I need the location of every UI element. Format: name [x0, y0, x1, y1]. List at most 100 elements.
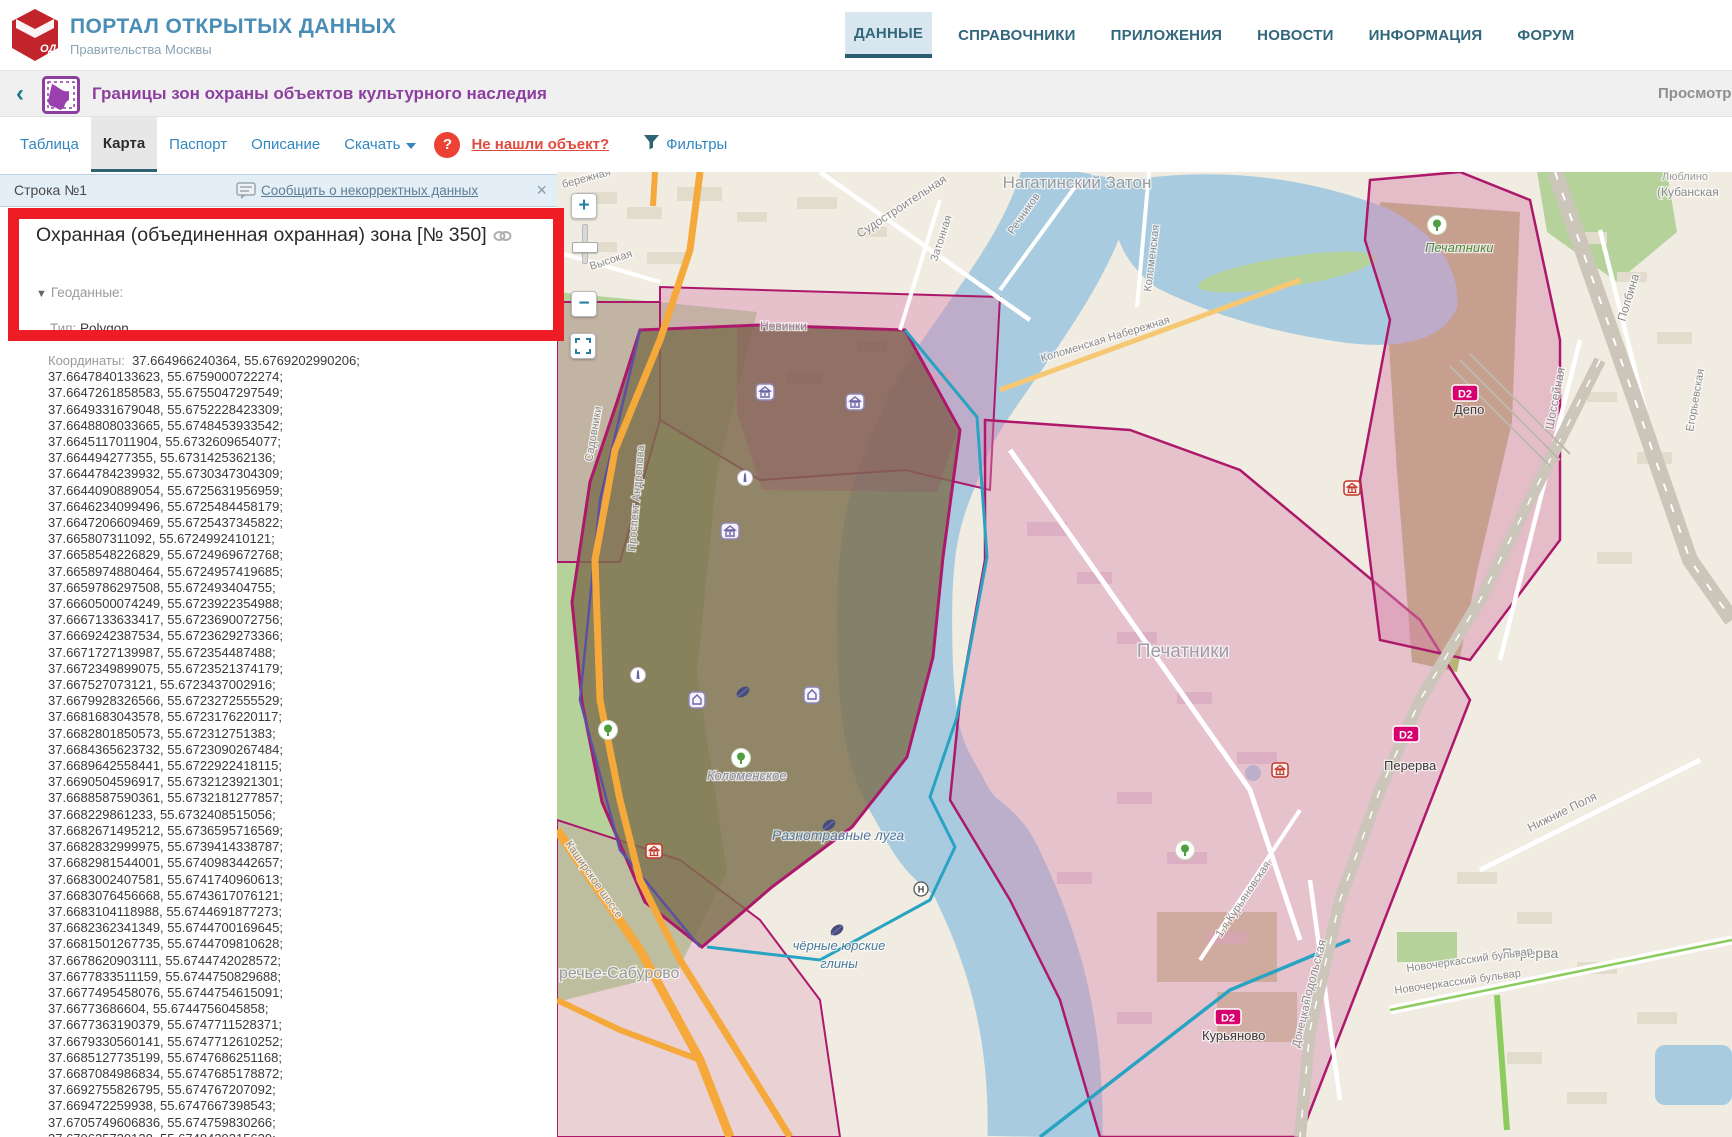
coordinate-line: 37.6682671495212, 55.6736595716569; [48, 823, 557, 839]
tab-описание[interactable]: Описание [239, 117, 332, 172]
map-svg: Н [557, 172, 1732, 1137]
coordinate-line: 37.6646234099496, 55.6725484458179; [48, 499, 557, 515]
row-title: Строка №1 [14, 182, 87, 198]
coordinate-line: 37.669472259938, 55.6747667398543; [48, 1098, 557, 1114]
zoom-out-button[interactable]: − [571, 291, 597, 317]
coordinate-line: 37.6669242387534, 55.6723629273366; [48, 628, 557, 644]
map-label: речье-Сабурово [559, 965, 680, 982]
d2-station-badge: D2 [1393, 726, 1419, 742]
map-label: Новинки [760, 319, 807, 333]
map-label: Депо [1454, 402, 1484, 417]
map-label: Нагатинский Затон [1003, 173, 1152, 192]
coordinate-line: 37.670625720128, 55.6748429315629; [48, 1131, 557, 1137]
coordinate-line: 37.6672349899075, 55.6723521374179; [48, 661, 557, 677]
coordinate-line: 37.6682981544001, 55.6740983442657; [48, 855, 557, 871]
chevron-down-icon [406, 143, 416, 149]
triangle-down-icon: ▼ [36, 288, 47, 300]
report-link[interactable]: Сообщить о некорректных данных [261, 183, 478, 198]
fullscreen-button[interactable] [570, 333, 596, 359]
close-icon[interactable]: × [536, 180, 547, 201]
back-button[interactable]: ‹ [16, 80, 24, 108]
tab-скачать[interactable]: Скачать [332, 117, 428, 172]
not-found-link[interactable]: Не нашли объект? [471, 136, 609, 153]
d2-station-badge: D2 [1215, 1009, 1241, 1025]
coordinate-line: 37.6687084986834, 55.6747685178872; [48, 1066, 557, 1082]
logo-title: ПОРТАЛ ОТКРЫТЫХ ДАННЫХ [70, 15, 396, 39]
coordinate-line: 37.6689642558441, 55.6722922418115; [48, 758, 557, 774]
coordinate-line: 37.6679928326566, 55.6723272555529; [48, 693, 557, 709]
page: ОД ПОРТАЛ ОТКРЫТЫХ ДАННЫХ Правительства … [0, 0, 1732, 1137]
dataset-icon [42, 76, 80, 119]
help-icon[interactable]: ? [434, 132, 460, 158]
coordinate-line: 37.66773686604, 55.6744756045858; [48, 1001, 557, 1017]
zoom-in-button[interactable]: + [571, 193, 597, 219]
geometry-type: Тип: Polygon [50, 321, 129, 336]
filters-link[interactable]: Фильтры [666, 136, 727, 153]
coordinate-line: 37.6647206609469, 55.6725437345822; [48, 515, 557, 531]
coordinate-line: 37.6677833511159, 55.6744750829688; [48, 969, 557, 985]
map-label: Перерва [1384, 758, 1437, 773]
coordinate-line: 37.6648808033665, 55.6748453933542; [48, 418, 557, 434]
coordinate-line: 37.6682801850573, 55.672312751383; [48, 726, 557, 742]
coordinate-line: 37.6683104118988, 55.6744691877273; [48, 904, 557, 920]
filter-icon[interactable] [643, 134, 660, 155]
coordinate-line: 37.6678620903111, 55.6744742028572; [48, 953, 557, 969]
tree-icon [1176, 841, 1195, 860]
fullscreen-icon [575, 338, 591, 354]
breadcrumb-bar: ‹ Границы зон охраны объектов культурног… [0, 70, 1732, 117]
coordinate-line: 37.6645117011904, 55.6732609654077; [48, 434, 557, 450]
type-value: Polygon [80, 321, 129, 336]
geodata-toggle[interactable]: ▼Геоданные: [36, 285, 123, 300]
type-label: Тип: [50, 321, 76, 336]
main-nav: ДАННЫЕ СПРАВОЧНИКИ ПРИЛОЖЕНИЯ НОВОСТИ ИНФОРМ… [845, 12, 1583, 58]
coordinate-line: 37.6705749606836, 55.674759830266; [48, 1115, 557, 1131]
coordinates-list: Координаты: 37.664966240364, 55.67692029… [0, 353, 557, 1137]
tab-карта[interactable]: Карта [91, 117, 157, 172]
app-header: ОД ПОРТАЛ ОТКРЫТЫХ ДАННЫХ Правительства … [0, 0, 1732, 70]
museum-red-icon [1272, 763, 1288, 777]
coordinate-line: 37.6682362341349, 55.6744700169645; [48, 920, 557, 936]
monument-icon [738, 471, 753, 486]
nav-item-данные[interactable]: ДАННЫЕ [845, 12, 932, 58]
tree-icon [599, 721, 618, 740]
map-label: (Кубанская [1657, 185, 1719, 199]
logo-subtitle: Правительства Москвы [70, 42, 396, 57]
coordinate-line: 37.6644784239932, 55.6730347304309; [48, 466, 557, 482]
tabs: ТаблицаКартаПаспортОписаниеСкачать [0, 117, 428, 172]
coordinate-line: 37.6677495458076, 55.6744754615091; [48, 985, 557, 1001]
zoom-slider-handle[interactable] [572, 242, 598, 253]
coordinate-line: 37.6683002407581, 55.6741740960613; [48, 872, 557, 888]
coordinate-line: 37.6647840133623, 55.6759000722274; [48, 369, 557, 385]
coordinate-line: 37.6685127735199, 55.6747686251168; [48, 1050, 557, 1066]
map-label: Люблино [1662, 172, 1708, 183]
tab-таблица[interactable]: Таблица [8, 117, 91, 172]
nav-item-новости[interactable]: НОВОСТИ [1248, 12, 1342, 58]
views-label: Просмотре [1658, 85, 1732, 102]
coordinate-line: 37.6683076456668, 55.6743617076121; [48, 888, 557, 904]
page-title: Границы зон охраны объектов культурного … [92, 84, 547, 104]
portal-logo[interactable]: ОД ПОРТАЛ ОТКРЫТЫХ ДАННЫХ Правительства … [8, 7, 396, 63]
svg-text:D2: D2 [1399, 730, 1413, 742]
coordinate-line: Координаты: 37.664966240364, 55.67692029… [48, 353, 557, 369]
museum-icon [846, 394, 864, 410]
nav-item-приложения[interactable]: ПРИЛОЖЕНИЯ [1102, 12, 1232, 58]
tab-паспорт[interactable]: Паспорт [157, 117, 239, 172]
nav-item-форум[interactable]: ФОРУМ [1508, 12, 1583, 58]
house-icon [804, 687, 820, 703]
coordinate-line: 37.6692755826795, 55.674767207092; [48, 1082, 557, 1098]
tree-icon [1428, 216, 1447, 235]
nav-item-информация[interactable]: ИНФОРМАЦИЯ [1360, 12, 1492, 58]
link-icon[interactable] [493, 226, 512, 248]
map-label: чёрные юрские [793, 938, 886, 953]
coordinate-line: 37.6677363190379, 55.6747711528371; [48, 1017, 557, 1033]
map-canvas[interactable]: Н [557, 172, 1732, 1137]
comment-icon [236, 182, 256, 205]
museum-icon [756, 384, 774, 400]
coordinate-line: 37.6679330560141, 55.6747712610252; [48, 1034, 557, 1050]
map-label: Курьяново [1202, 1028, 1265, 1043]
coordinate-line: 37.6658548226829, 55.6724969672768; [48, 547, 557, 563]
map-label: глины [820, 956, 858, 971]
museum-red-icon [646, 844, 662, 858]
nav-item-справочники[interactable]: СПРАВОЧНИКИ [949, 12, 1085, 58]
coordinate-line: 37.667527073121, 55.6723437002916; [48, 677, 557, 693]
